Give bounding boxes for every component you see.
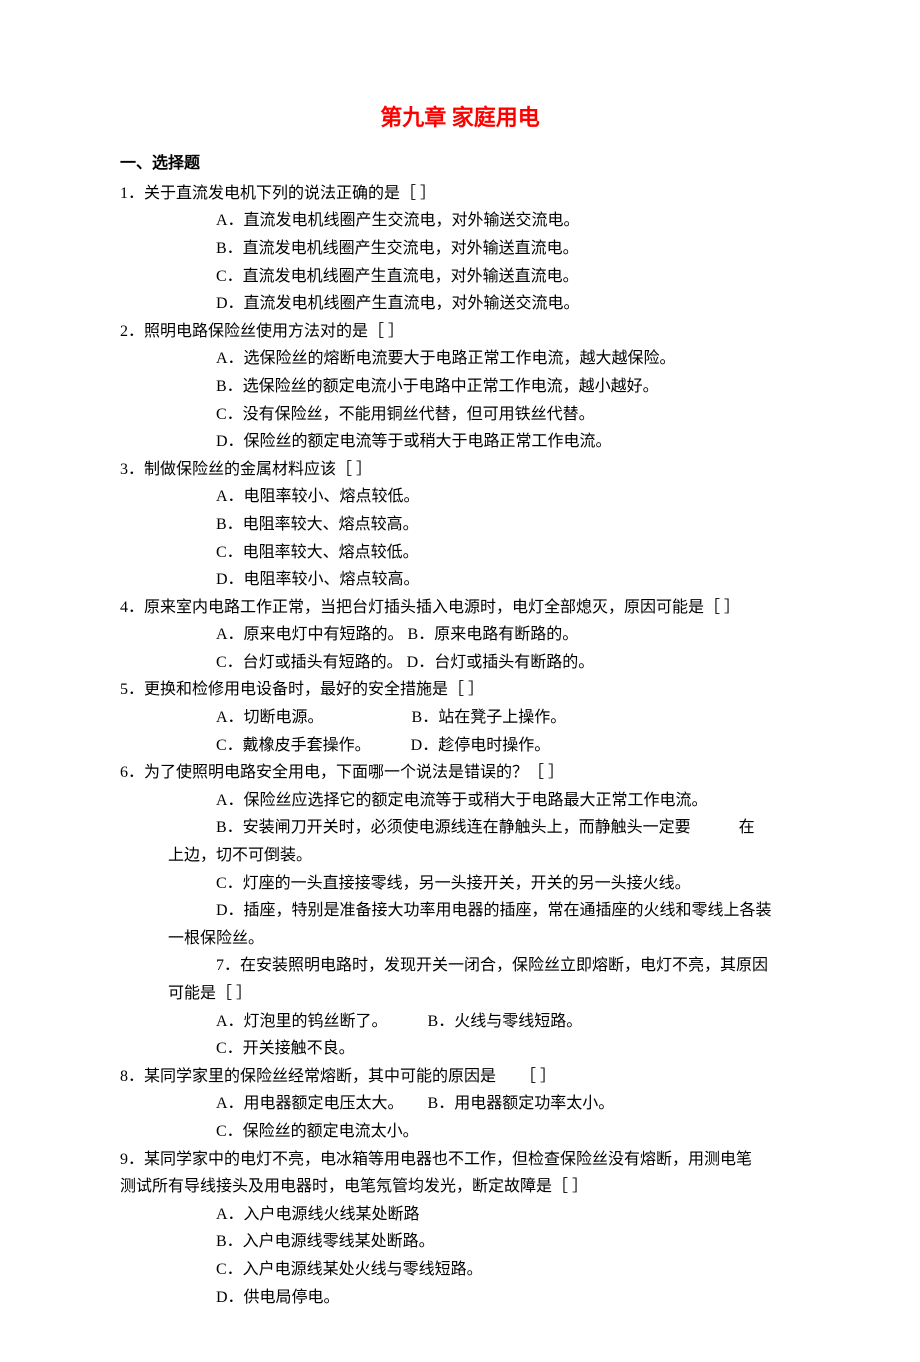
q3-opt-d: D．电阻率较小、熔点较高。 (216, 567, 800, 593)
q9-opt-a: A．入户电源线火线某处断路 (216, 1202, 800, 1228)
q2-stem: 2．照明电路保险丝使用方法对的是［ ］ (120, 319, 800, 345)
question-3: 3．制做保险丝的金属材料应该［ ］ A．电阻率较小、熔点较低。 B．电阻率较大、… (120, 457, 800, 593)
q4-line-cd: C．台灯或插头有短路的。 D．台灯或插头有断路的。 (216, 650, 800, 676)
q3-opt-b: B．电阻率较大、熔点较高。 (216, 512, 800, 538)
q5-stem: 5．更换和检修用电设备时，最好的安全措施是［ ］ (120, 677, 800, 703)
q8-opt-c: C．保险丝的额定电流太小。 (216, 1119, 800, 1145)
q6-opt-c: C．灯座的一头直接接零线，另一头接开关，开关的另一头接火线。 (216, 871, 800, 897)
q1-opt-a: A．直流发电机线圈产生交流电，对外输送交流电。 (216, 208, 800, 234)
question-9: 9．某同学家中的电灯不亮，电冰箱等用电器也不工作，但检查保险丝没有熔断，用测电笔… (120, 1147, 800, 1311)
q2-opt-d: D．保险丝的额定电流等于或稍大于电路正常工作电流。 (216, 429, 800, 455)
question-5: 5．更换和检修用电设备时，最好的安全措施是［ ］ A．切断电源。 B．站在凳子上… (120, 677, 800, 758)
q1-opt-d: D．直流发电机线圈产生直流电，对外输送交流电。 (216, 291, 800, 317)
q4-stem: 4．原来室内电路工作正常，当把台灯插头插入电源时，电灯全部熄灭，原因可能是［ ］ (120, 595, 800, 621)
q2-opt-c: C．没有保险丝，不能用铜丝代替，但可用铁丝代替。 (216, 402, 800, 428)
q6-opt-d-part2: 一根保险丝。 (168, 926, 800, 952)
q2-opt-b: B．选保险丝的额定电流小于电路中正常工作电流，越小越好。 (216, 374, 800, 400)
q1-stem: 1．关于直流发电机下列的说法正确的是［ ］ (120, 181, 800, 207)
chapter-title: 第九章 家庭用电 (120, 100, 800, 135)
q3-stem: 3．制做保险丝的金属材料应该［ ］ (120, 457, 800, 483)
q6-opt-b-part1: B．安装闸刀开关时，必须使电源线连在静触头上，而静触头一定要 在 (216, 815, 800, 841)
q5-line-cd: C．戴橡皮手套操作。 D．趁停电时操作。 (216, 733, 800, 759)
question-8: 8．某同学家里的保险丝经常熔断，其中可能的原因是 ［ ］ A．用电器额定电压太大… (120, 1064, 800, 1145)
q9-stem2: 测试所有导线接头及用电器时，电笔氖管均发光，断定故障是［ ］ (120, 1174, 800, 1200)
q6-stem: 6．为了使照明电路安全用电，下面哪一个说法是错误的？［ ］ (120, 760, 800, 786)
q1-opt-b: B．直流发电机线圈产生交流电，对外输送直流电。 (216, 236, 800, 262)
question-1: 1．关于直流发电机下列的说法正确的是［ ］ A．直流发电机线圈产生交流电，对外输… (120, 181, 800, 317)
q3-opt-a: A．电阻率较小、熔点较低。 (216, 484, 800, 510)
q8-stem: 8．某同学家里的保险丝经常熔断，其中可能的原因是 ［ ］ (120, 1064, 800, 1090)
q8-line-ab: A．用电器额定电压太大。 B．用电器额定功率太小。 (216, 1091, 800, 1117)
q1-opt-c: C．直流发电机线圈产生直流电，对外输送直流电。 (216, 264, 800, 290)
q2-opt-a: A．选保险丝的熔断电流要大于电路正常工作电流，越大越保险。 (216, 346, 800, 372)
q7-stem2: 可能是［ ］ (168, 981, 800, 1007)
q6-opt-b-part2: 上边，切不可倒装。 (168, 843, 800, 869)
q7-stem: 7．在安装照明电路时，发现开关一闭合，保险丝立即熔断，电灯不亮，其原因 (216, 953, 800, 979)
q7-opt-c: C．开关接触不良。 (216, 1036, 800, 1062)
question-2: 2．照明电路保险丝使用方法对的是［ ］ A．选保险丝的熔断电流要大于电路正常工作… (120, 319, 800, 455)
q9-opt-b: B．入户电源线零线某处断路。 (216, 1229, 800, 1255)
q3-opt-c: C．电阻率较大、熔点较低。 (216, 540, 800, 566)
section-header: 一、选择题 (120, 151, 800, 177)
question-6: 6．为了使照明电路安全用电，下面哪一个说法是错误的？［ ］ A．保险丝应选择它的… (120, 760, 800, 951)
q6-opt-d-part1: D．插座，特别是准备接大功率用电器的插座，常在通插座的火线和零线上各装 (216, 898, 800, 924)
q9-opt-d: D．供电局停电。 (216, 1285, 800, 1311)
q5-line-ab: A．切断电源。 B．站在凳子上操作。 (216, 705, 800, 731)
q9-opt-c: C．入户电源线某处火线与零线短路。 (216, 1257, 800, 1283)
q9-stem1: 9．某同学家中的电灯不亮，电冰箱等用电器也不工作，但检查保险丝没有熔断，用测电笔 (120, 1147, 800, 1173)
question-4: 4．原来室内电路工作正常，当把台灯插头插入电源时，电灯全部熄灭，原因可能是［ ］… (120, 595, 800, 676)
q4-line-ab: A．原来电灯中有短路的。 B．原来电路有断路的。 (216, 622, 800, 648)
q6-opt-a: A．保险丝应选择它的额定电流等于或稍大于电路最大正常工作电流。 (216, 788, 800, 814)
question-7: 7．在安装照明电路时，发现开关一闭合，保险丝立即熔断，电灯不亮，其原因 可能是［… (120, 953, 800, 1061)
q7-line-ab: A．灯泡里的钨丝断了。 B．火线与零线短路。 (216, 1009, 800, 1035)
